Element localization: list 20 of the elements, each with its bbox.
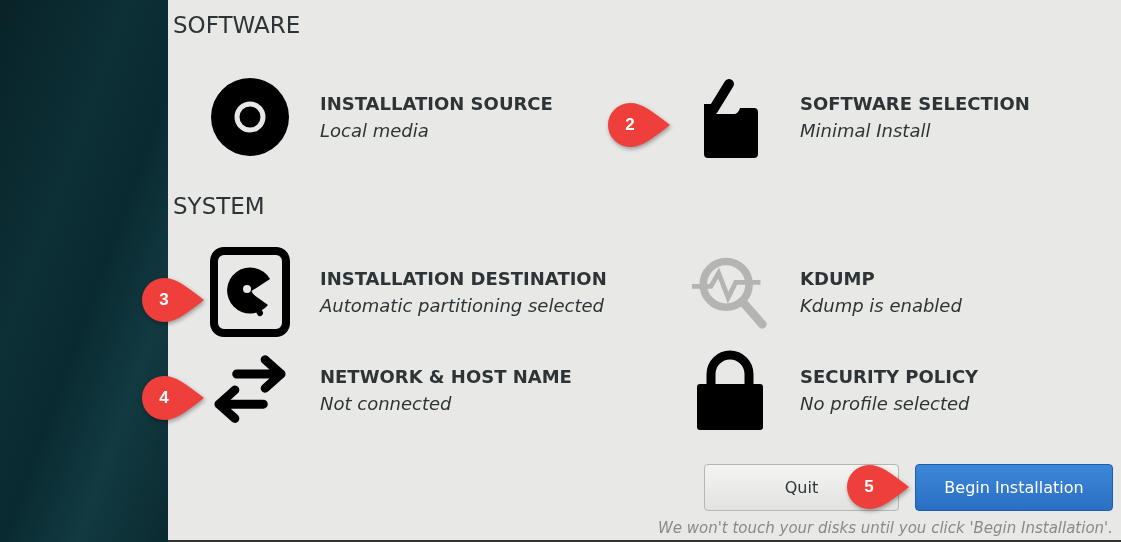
spoke-status: Automatic partitioning selected — [320, 295, 605, 316]
footer-note: We won't touch your disks until you click 'Begin Installation'. — [657, 519, 1113, 537]
callout-badge: 5 — [847, 465, 909, 509]
spoke-title[interactable]: INSTALLATION SOURCE — [320, 93, 553, 114]
callout-badge: 2 — [608, 103, 670, 147]
begin-button[interactable]: Begin Installation — [915, 464, 1113, 511]
callout-badge: 4 — [142, 376, 204, 420]
spoke-status: No profile selected — [800, 393, 971, 414]
spoke-status: Kdump is enabled — [800, 295, 962, 316]
spoke-title[interactable]: SOFTWARE SELECTION — [800, 93, 1030, 114]
section-heading: SOFTWARE — [173, 11, 302, 40]
spoke-title[interactable]: NETWORK & HOST NAME — [320, 366, 572, 387]
callout-badge: 3 — [142, 278, 204, 322]
spoke-status: Local media — [320, 120, 430, 141]
spoke-status: Not connected — [320, 393, 453, 414]
spoke-title[interactable]: KDUMP — [800, 268, 962, 289]
spoke-title[interactable]: SECURITY POLICY — [800, 366, 979, 387]
section-heading: SYSTEM — [173, 192, 266, 221]
spoke-status: Minimal Install — [800, 120, 932, 141]
spoke-title[interactable]: INSTALLATION DESTINATION — [320, 268, 607, 289]
